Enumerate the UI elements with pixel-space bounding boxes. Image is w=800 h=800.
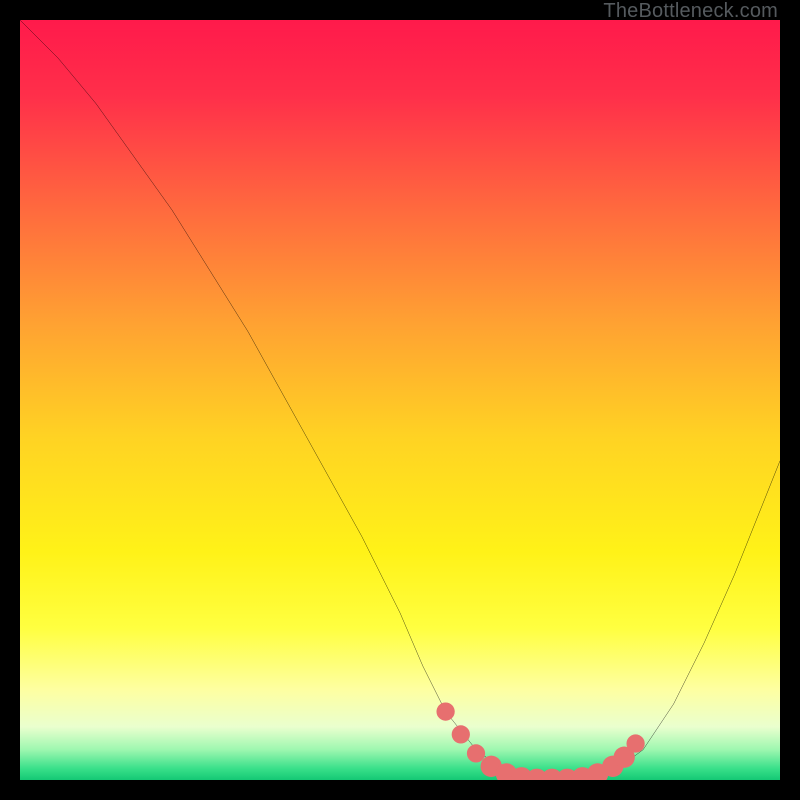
background-gradient bbox=[20, 20, 780, 780]
plot-area bbox=[20, 20, 780, 780]
chart-frame: TheBottleneck.com bbox=[0, 0, 800, 800]
watermark-text: TheBottleneck.com bbox=[603, 0, 778, 23]
